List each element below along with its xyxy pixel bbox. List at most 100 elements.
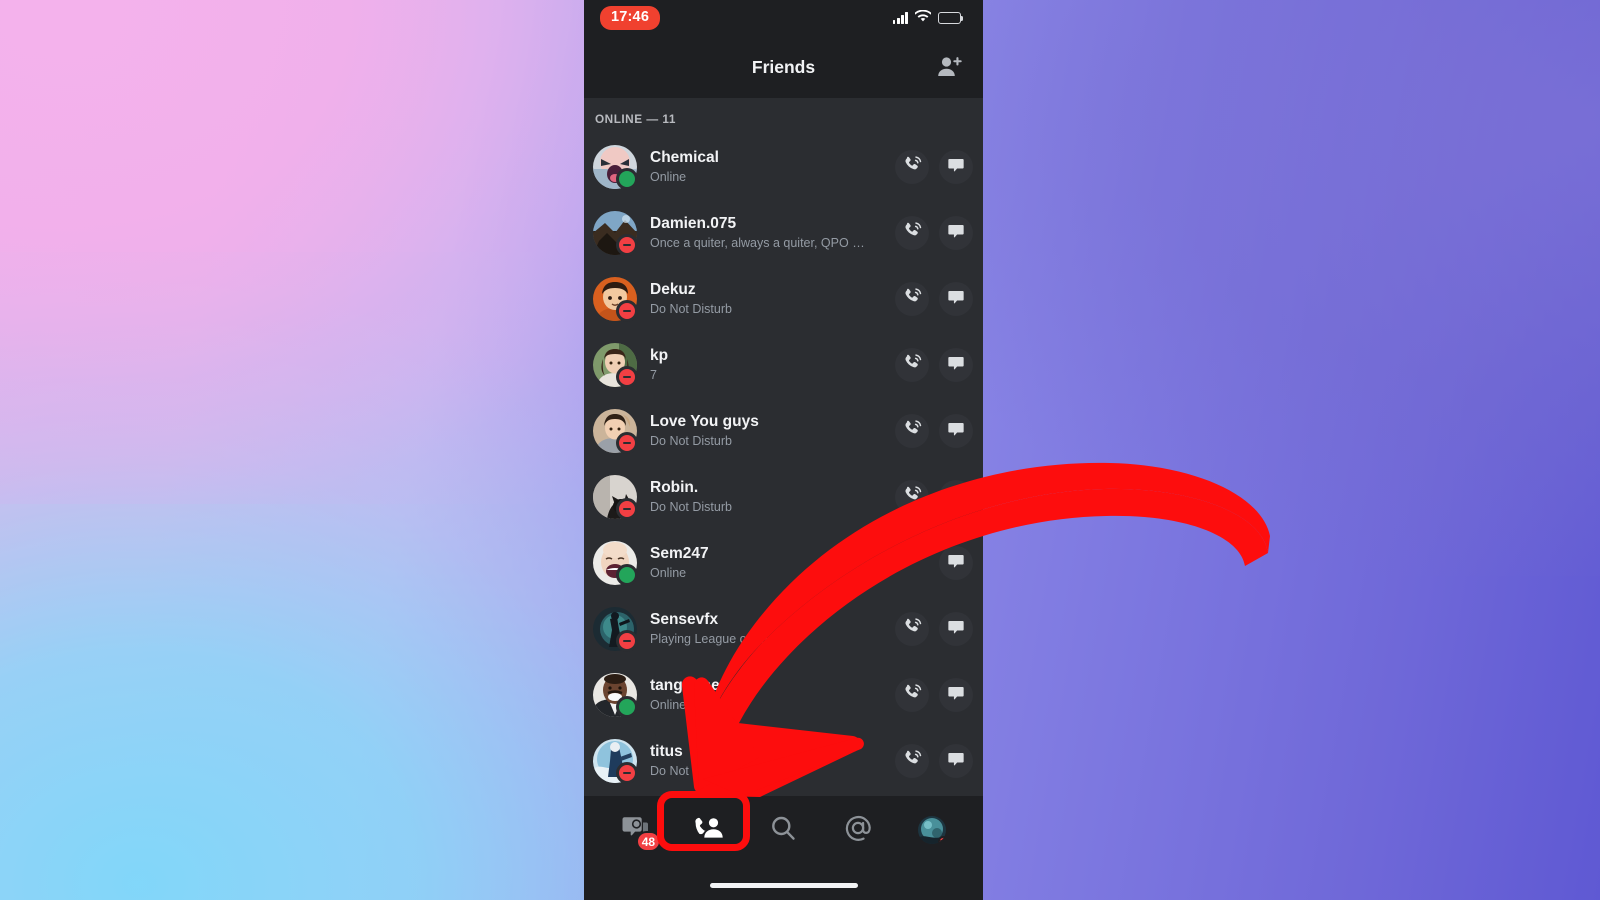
presence-indicator-dnd: [616, 762, 638, 784]
friend-meta: Love You guys Do Not Disturb: [637, 412, 895, 450]
friend-name: Chemical: [650, 148, 719, 166]
avatar[interactable]: [593, 277, 638, 322]
message-bubble-icon: [947, 750, 965, 773]
status-bar: 17:46: [584, 0, 983, 36]
friend-name: Dekuz: [650, 280, 696, 298]
message-bubble-icon: [947, 156, 965, 179]
message-button[interactable]: [939, 744, 973, 778]
nav-item-search[interactable]: [759, 809, 807, 851]
friend-row[interactable]: Robin. Do Not Disturb: [584, 464, 983, 530]
message-bubble-icon: [947, 552, 965, 575]
message-bubble-icon: [947, 618, 965, 641]
presence-indicator-online: [616, 696, 638, 718]
message-button[interactable]: [939, 678, 973, 712]
add-friend-icon[interactable]: [936, 53, 964, 81]
wifi-icon: [914, 9, 932, 27]
friend-row[interactable]: kp 7: [584, 332, 983, 398]
friend-name: tangerine: [650, 676, 720, 694]
voice-call-icon: [903, 749, 922, 773]
friend-name: titus: [650, 742, 683, 760]
avatar[interactable]: [593, 673, 638, 718]
message-bubble-icon: [947, 420, 965, 443]
mentions-at-icon: [844, 814, 872, 847]
friend-row[interactable]: tangerine Online: [584, 662, 983, 728]
voice-call-icon: [903, 617, 922, 641]
friend-row[interactable]: Dekuz Do Not Disturb: [584, 266, 983, 332]
unread-badge: 48: [635, 831, 662, 852]
online-section-header: ONLINE — 11: [595, 112, 676, 126]
search-icon: [769, 814, 797, 847]
voice-call-button[interactable]: [895, 216, 929, 250]
avatar[interactable]: [593, 475, 638, 520]
message-button[interactable]: [939, 348, 973, 382]
friend-meta: Sem247 Online: [637, 544, 895, 582]
friend-row-actions: [895, 282, 973, 316]
friend-status: Online: [650, 698, 687, 713]
friend-row[interactable]: Damien.075 Once a quiter, always a quite…: [584, 200, 983, 266]
message-button[interactable]: [939, 612, 973, 646]
voice-call-button[interactable]: [895, 612, 929, 646]
app-header: Friends: [584, 36, 983, 98]
voice-call-button[interactable]: [895, 282, 929, 316]
friends-icon: [694, 813, 724, 848]
voice-call-icon: [903, 287, 922, 311]
message-button[interactable]: [939, 216, 973, 250]
friend-row[interactable]: titus Do Not Disturb: [584, 728, 983, 794]
friend-meta: titus Do Not Disturb: [637, 742, 895, 780]
message-bubble-icon: [947, 222, 965, 245]
friend-status: Do Not Disturb: [650, 764, 732, 779]
message-button[interactable]: [939, 150, 973, 184]
friend-name: kp: [650, 346, 669, 364]
friend-row-actions: [895, 414, 973, 448]
message-button[interactable]: [939, 282, 973, 316]
phone-screen: 17:46 Friends ONLINE — 11 Chemical Onlin…: [584, 0, 983, 900]
message-button[interactable]: [939, 546, 973, 580]
friend-row[interactable]: Chemical Online: [584, 134, 983, 200]
message-button[interactable]: [939, 414, 973, 448]
voice-call-icon: [903, 353, 922, 377]
friend-name: Damien.075: [650, 214, 737, 232]
friend-name: Robin.: [650, 478, 699, 496]
voice-call-button[interactable]: [895, 744, 929, 778]
avatar[interactable]: [593, 607, 638, 652]
friend-row[interactable]: Sem247 Online: [584, 530, 983, 596]
avatar[interactable]: [593, 541, 638, 586]
friend-status: Do Not Disturb: [650, 302, 732, 317]
page-title: Friends: [751, 56, 816, 77]
voice-call-icon: [903, 485, 922, 509]
friend-row-actions: [895, 546, 973, 580]
friend-row[interactable]: Sensevfx Playing League of Legends: [584, 596, 983, 662]
message-button[interactable]: [939, 480, 973, 514]
nav-item-servers[interactable]: 48: [611, 809, 662, 852]
nav-item-friends[interactable]: [685, 809, 733, 851]
friends-list[interactable]: ONLINE — 11 Chemical Online Damien.075 O…: [584, 98, 983, 796]
home-indicator: [709, 883, 858, 888]
friend-meta: Damien.075 Once a quiter, always a quite…: [637, 214, 895, 252]
nav-item-mentions[interactable]: [834, 809, 882, 851]
bottom-navigation-bar: 48: [584, 796, 983, 900]
friend-meta: Sensevfx Playing League of Legends: [637, 610, 895, 648]
avatar[interactable]: [593, 211, 638, 256]
voice-call-button[interactable]: [895, 480, 929, 514]
friend-meta: Dekuz Do Not Disturb: [637, 280, 895, 318]
user-avatar-icon: [917, 816, 946, 844]
friend-status: Online: [650, 566, 687, 581]
friend-row[interactable]: Love You guys Do Not Disturb: [584, 398, 983, 464]
voice-call-button[interactable]: [895, 414, 929, 448]
avatar[interactable]: [593, 409, 638, 454]
voice-call-button[interactable]: [895, 150, 929, 184]
friend-row-actions: [895, 678, 973, 712]
avatar[interactable]: [593, 739, 638, 784]
voice-call-button[interactable]: [895, 348, 929, 382]
nav-item-profile[interactable]: [908, 809, 956, 851]
presence-indicator-dnd: [616, 498, 638, 520]
avatar[interactable]: [593, 343, 638, 388]
friend-status: Do Not Disturb: [650, 434, 732, 449]
voice-call-button[interactable]: [895, 678, 929, 712]
friend-status: Once a quiter, always a quiter, QPO -...: [650, 236, 865, 251]
avatar[interactable]: [593, 145, 638, 190]
cellular-signal-icon: [892, 12, 908, 24]
friend-meta: kp 7: [637, 346, 895, 384]
presence-indicator-dnd: [616, 300, 638, 322]
message-bubble-icon: [947, 288, 965, 311]
